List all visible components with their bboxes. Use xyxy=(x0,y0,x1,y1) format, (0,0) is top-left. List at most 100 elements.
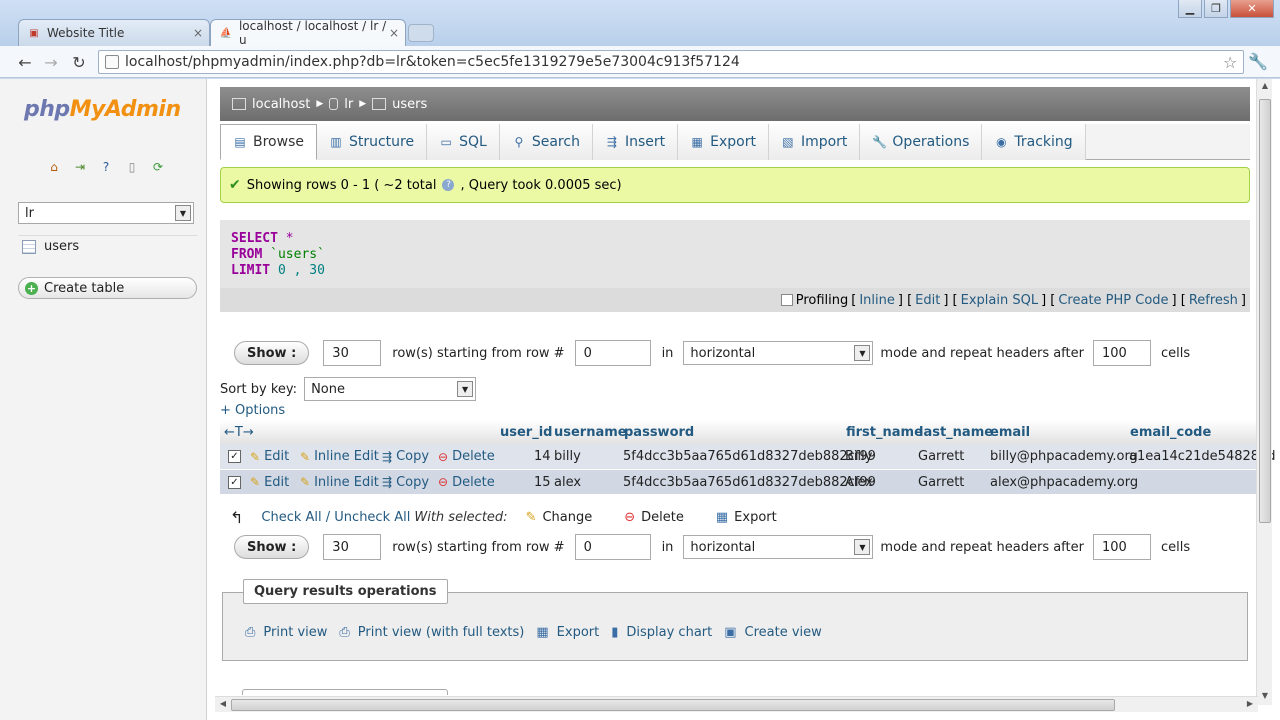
tab-export[interactable]: ▦ Export xyxy=(678,124,769,160)
breadcrumb-server[interactable]: localhost xyxy=(252,97,310,112)
forward-icon[interactable]: → xyxy=(40,52,62,72)
browser-tab-phpmyadmin[interactable]: ⛵ localhost / localhost / lr / u × xyxy=(210,19,406,47)
reload-icon[interactable]: ↻ xyxy=(68,52,90,72)
home-icon[interactable]: ⌂ xyxy=(46,159,62,175)
inline-edit-action[interactable]: ✎ Inline Edit xyxy=(300,475,379,490)
delete-action[interactable]: ⊖ Delete xyxy=(438,475,495,490)
start-row-input[interactable]: 0 xyxy=(574,534,651,560)
reload-icon[interactable]: ⟳ xyxy=(150,159,166,175)
display-chart-link[interactable]: Display chart xyxy=(626,625,712,640)
scroll-up-icon[interactable]: ▲ xyxy=(1259,81,1271,93)
with-selected-label: With selected: xyxy=(414,509,508,525)
repeat-headers-input[interactable]: 100 xyxy=(1092,534,1151,560)
address-bar[interactable]: localhost/phpmyadmin/index.php?db=lr&tok… xyxy=(98,50,1244,74)
column-header-username[interactable]: username xyxy=(554,425,627,440)
exit-icon[interactable]: ⇥ xyxy=(72,159,88,175)
column-header-password[interactable]: password xyxy=(624,425,694,440)
edit-link[interactable]: Edit xyxy=(915,293,940,308)
sidebar-item-users[interactable]: users xyxy=(22,239,79,254)
sort-by-key-select[interactable]: None ▼ xyxy=(304,377,477,401)
inline-edit-icon: ✎ xyxy=(300,475,311,489)
refresh-link[interactable]: Refresh xyxy=(1189,293,1238,308)
display-mode-select[interactable]: horizontal ▼ xyxy=(683,535,874,559)
tab-label: Import xyxy=(800,134,848,150)
row-checkbox[interactable]: ✓ xyxy=(228,450,241,463)
create-table-button[interactable]: + Create table xyxy=(18,277,197,299)
delete-selected-button[interactable]: ⊖ Delete xyxy=(624,510,684,525)
tab-tracking[interactable]: ◉ Tracking xyxy=(982,124,1086,160)
new-tab-button[interactable] xyxy=(408,24,434,42)
breadcrumb-separator-icon: ▶ xyxy=(316,99,324,109)
column-header-user-id[interactable]: user_id xyxy=(500,425,552,440)
chevron-down-icon: ▼ xyxy=(854,345,871,361)
tab-import[interactable]: ▧ Import xyxy=(768,124,861,160)
column-arrows-icon[interactable]: ←T→ xyxy=(224,425,254,440)
tab-structure[interactable]: ▥ Structure xyxy=(316,124,428,160)
edit-action[interactable]: ✎ Edit xyxy=(250,475,289,490)
help-icon[interactable]: ? xyxy=(98,159,114,175)
phpmyadmin-logo[interactable]: phpMyAdmin xyxy=(24,97,181,122)
inline-edit-icon: ✎ xyxy=(300,449,311,464)
page-icon xyxy=(105,55,119,69)
browser-tab-website-title[interactable]: ▣ Website Title × xyxy=(18,19,210,46)
breadcrumb-table[interactable]: users xyxy=(392,97,427,112)
explain-sql-link[interactable]: Explain SQL xyxy=(961,293,1038,308)
rows-input[interactable]: 30 xyxy=(323,340,382,366)
horizontal-scrollbar[interactable]: ◀ ▶ xyxy=(215,696,1258,712)
profiling-checkbox[interactable] xyxy=(780,294,793,306)
close-window-icon[interactable]: ✕ xyxy=(1230,0,1274,18)
inline-link[interactable]: Inline xyxy=(859,293,895,308)
edit-action[interactable]: ✎ Edit xyxy=(250,449,289,464)
print-view-full-link[interactable]: Print view (with full texts) xyxy=(358,625,525,640)
show-button[interactable]: Show : xyxy=(234,341,310,365)
check-all-link[interactable]: Check All / Uncheck All xyxy=(261,510,410,525)
tab-browse[interactable]: ▤ Browse xyxy=(220,124,317,160)
rows-input[interactable]: 30 xyxy=(323,534,382,560)
database-select[interactable]: lr ▼ xyxy=(18,202,194,224)
delete-action[interactable]: ⊖ Delete xyxy=(438,449,495,464)
scroll-right-icon[interactable]: ▶ xyxy=(1244,699,1256,711)
change-button[interactable]: ✎ Change xyxy=(526,510,593,525)
close-tab-icon[interactable]: × xyxy=(389,26,399,40)
tab-search[interactable]: ⚲ Search xyxy=(499,124,593,160)
copy-action[interactable]: ⇶ Copy xyxy=(382,475,429,490)
breadcrumb-database[interactable]: lr xyxy=(344,97,353,112)
export-selected-button[interactable]: ▦ Export xyxy=(716,510,777,525)
column-header-first-name[interactable]: first_name xyxy=(846,425,923,440)
tab-insert[interactable]: ⇶ Insert xyxy=(592,124,679,160)
show-button[interactable]: Show : xyxy=(234,535,310,559)
horizontal-scroll-thumb[interactable] xyxy=(231,699,1115,711)
close-tab-icon[interactable]: × xyxy=(193,26,203,40)
help-icon[interactable]: ? xyxy=(442,179,455,191)
vertical-scroll-thumb[interactable] xyxy=(1259,99,1271,523)
repeat-headers-input[interactable]: 100 xyxy=(1092,340,1151,366)
maximize-icon[interactable]: ❐ xyxy=(1204,0,1228,18)
column-header-last-name[interactable]: last_name xyxy=(919,425,993,440)
column-header-email[interactable]: email xyxy=(990,425,1030,440)
create-php-code-link[interactable]: Create PHP Code xyxy=(1058,293,1168,308)
scroll-left-icon[interactable]: ◀ xyxy=(217,699,229,711)
tab-sql[interactable]: ▭ SQL xyxy=(427,124,500,160)
options-link[interactable]: + Options xyxy=(220,403,285,418)
scroll-down-icon[interactable]: ▼ xyxy=(1259,691,1271,703)
vertical-scrollbar[interactable]: ▲ ▼ xyxy=(1256,79,1272,705)
create-view-link[interactable]: Create view xyxy=(745,625,822,640)
chevron-down-icon: ▼ xyxy=(175,205,191,221)
tab-operations[interactable]: 🔧 Operations xyxy=(860,124,983,160)
delete-label: Delete xyxy=(452,474,495,490)
docs-icon[interactable]: ▯ xyxy=(124,159,140,175)
back-icon[interactable]: ← xyxy=(14,52,36,72)
wrench-icon[interactable]: 🔧 xyxy=(1248,52,1268,71)
navigation-row-bottom: Show : 30 row(s) starting from row # 0 i… xyxy=(220,533,1260,561)
star-icon[interactable]: ☆ xyxy=(1223,53,1243,72)
column-header-email-code[interactable]: email_code xyxy=(1130,425,1211,440)
start-row-input[interactable]: 0 xyxy=(574,340,651,366)
copy-icon: ⇶ xyxy=(382,449,393,464)
print-view-link[interactable]: Print view xyxy=(263,625,327,640)
display-mode-select[interactable]: horizontal ▼ xyxy=(683,341,874,365)
export-link[interactable]: Export xyxy=(557,625,600,640)
minimize-icon[interactable]: ▁ xyxy=(1178,0,1202,18)
inline-edit-action[interactable]: ✎ Inline Edit xyxy=(300,449,379,464)
copy-action[interactable]: ⇶ Copy xyxy=(382,449,429,464)
row-checkbox[interactable]: ✓ xyxy=(228,475,241,489)
